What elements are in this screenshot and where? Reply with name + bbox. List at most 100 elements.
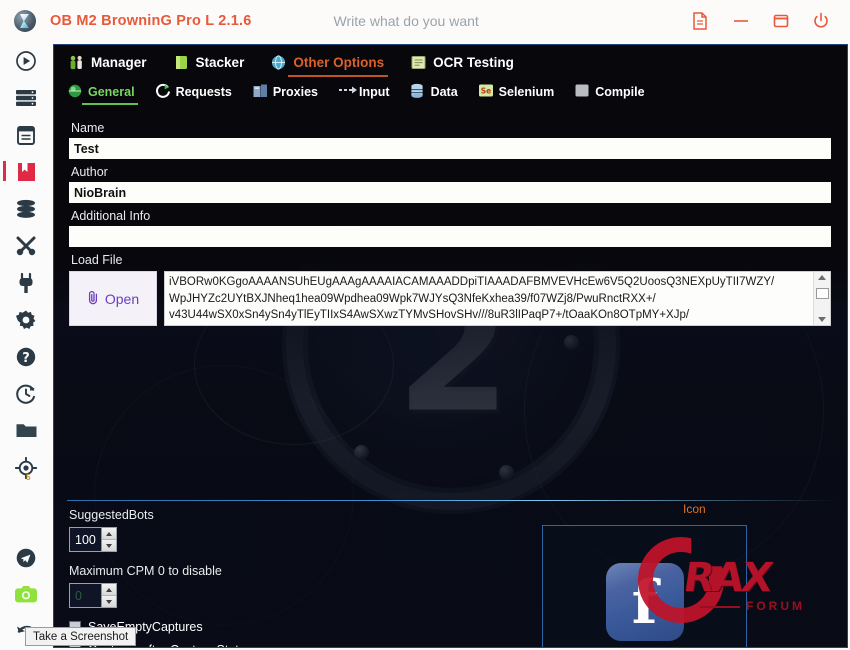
power-icon[interactable] xyxy=(812,12,830,30)
stack-green-icon xyxy=(173,54,190,71)
max-cpm-label: Maximum CPM 0 to disable xyxy=(69,564,222,578)
base64-textarea[interactable]: iVBORw0KGgoAAAANSUhEUgAAAgAAAAIACAMAAADD… xyxy=(165,272,813,325)
stepper-up-icon[interactable] xyxy=(102,528,116,539)
sidebar-item-telegram[interactable] xyxy=(0,539,52,576)
camera-icon xyxy=(14,585,38,604)
tab-label: Stacker xyxy=(195,55,245,70)
ocr-icon xyxy=(410,54,427,71)
sidebar-item-plugins[interactable] xyxy=(0,264,52,301)
compile-icon xyxy=(574,83,591,100)
author-input[interactable] xyxy=(69,182,831,203)
facebook-logo-icon: f xyxy=(605,563,684,641)
sidebar-item-screenshot[interactable] xyxy=(0,576,52,613)
author-label: Author xyxy=(71,165,108,179)
icon-preview-panel[interactable]: f Save xyxy=(542,525,747,647)
base64-scrollbar[interactable] xyxy=(813,272,830,325)
database-stack-icon xyxy=(15,199,37,219)
open-button[interactable]: Open xyxy=(69,271,157,326)
sidebar-item-clipboard[interactable] xyxy=(0,116,52,153)
scrollbar-thumb[interactable] xyxy=(815,288,829,299)
tab-label: OCR Testing xyxy=(433,55,514,70)
tab-label: Other Options xyxy=(293,55,385,70)
open-button-label: Open xyxy=(104,290,140,307)
suggested-bots-stepper-buttons xyxy=(101,528,116,551)
suggested-bots-value[interactable]: 100 xyxy=(70,528,101,551)
tab-stacker[interactable]: Stacker xyxy=(169,51,249,77)
suggested-bots-label: SuggestedBots xyxy=(69,508,154,522)
sidebar-item-queue[interactable] xyxy=(0,79,52,116)
sidebar-item-run[interactable] xyxy=(0,42,52,79)
svg-text:Se: Se xyxy=(480,86,491,95)
max-cpm-stepper-buttons xyxy=(101,584,116,607)
input-icon xyxy=(338,83,358,100)
app-logo-icon xyxy=(14,10,36,32)
target-badge: 5 xyxy=(26,473,31,482)
subtab-input[interactable]: Input xyxy=(335,81,393,105)
list-server-icon xyxy=(15,88,37,108)
subtab-data[interactable]: Data xyxy=(407,81,461,105)
subtab-requests[interactable]: Requests xyxy=(152,81,235,105)
question-circle-icon: ? xyxy=(15,346,37,368)
subtab-label: Input xyxy=(359,84,390,99)
main-panel: 2 Manager Stacker xyxy=(53,44,848,648)
subtab-label: Requests xyxy=(175,84,232,99)
document-icon[interactable] xyxy=(692,12,710,30)
minimize-icon[interactable] xyxy=(732,12,750,30)
suggested-bots-stepper[interactable]: 100 xyxy=(69,527,117,552)
load-file-row: Open iVBORw0KGgoAAAANSUhEUgAAAgAAAAIACAM… xyxy=(69,271,832,326)
tab-other-options[interactable]: Other Options xyxy=(266,51,388,77)
subtab-label: Proxies xyxy=(272,84,319,99)
stepper-up-icon[interactable] xyxy=(102,584,116,595)
tab-label: Manager xyxy=(91,55,147,70)
sidebar-item-history[interactable] xyxy=(0,375,52,412)
sidebar-item-help[interactable]: ? xyxy=(0,338,52,375)
gear-icon xyxy=(15,309,37,331)
history-clock-icon xyxy=(15,383,37,405)
sidebar-item-target[interactable]: 5 xyxy=(0,449,52,486)
subtab-general[interactable]: General xyxy=(64,81,138,105)
telegram-icon xyxy=(15,547,37,569)
max-cpm-value[interactable]: 0 xyxy=(70,584,101,607)
additional-info-input[interactable] xyxy=(69,226,831,247)
subtab-selenium[interactable]: Se Selenium xyxy=(475,81,558,105)
stepper-down-icon[interactable] xyxy=(102,539,116,551)
bookmark-icon xyxy=(16,161,37,183)
sidebar-item-settings[interactable] xyxy=(0,301,52,338)
load-file-label: Load File xyxy=(71,253,123,267)
tagline-text: Write what do you want xyxy=(333,13,479,29)
subtab-label: General xyxy=(88,84,135,99)
plug-icon xyxy=(16,272,36,294)
sidebar-item-configs[interactable] xyxy=(0,153,52,190)
additional-info-label: Additional Info xyxy=(71,209,151,223)
name-label: Name xyxy=(71,121,105,135)
clipboard-icon xyxy=(16,124,36,146)
name-input[interactable] xyxy=(69,138,831,159)
scroll-up-icon[interactable] xyxy=(818,275,826,280)
tab-bar: Manager Stacker Other Options OCR Testin… xyxy=(54,45,847,77)
tools-icon xyxy=(15,235,37,257)
subtab-proxies[interactable]: Proxies xyxy=(249,81,321,105)
section-divider xyxy=(67,500,837,501)
maximize-icon[interactable] xyxy=(772,12,790,30)
data-icon xyxy=(410,83,427,100)
icon-section-label: Icon xyxy=(683,502,706,516)
sidebar-item-wordlists[interactable] xyxy=(0,190,52,227)
folder-icon xyxy=(15,421,38,440)
application-window: OB M2 BrowninG Pro L 2.1.6 Write what do… xyxy=(0,0,850,650)
sidebar-item-folder[interactable] xyxy=(0,412,52,449)
tab-manager[interactable]: Manager xyxy=(64,51,151,77)
max-cpm-stepper[interactable]: 0 xyxy=(69,583,117,608)
sub-tab-bar: General Requests Proxies Input Data Se S… xyxy=(54,77,847,105)
tab-ocr-testing[interactable]: OCR Testing xyxy=(406,51,518,77)
paperclip-icon xyxy=(87,290,100,308)
svg-text:?: ? xyxy=(22,351,30,366)
subtab-label: Selenium xyxy=(498,84,555,99)
people-icon xyxy=(68,54,85,71)
subtab-label: Data xyxy=(430,84,458,99)
sidebar-item-tools[interactable] xyxy=(0,227,52,264)
base64-textarea-wrap: iVBORw0KGgoAAAANSUhEUgAAAgAAAAIACAMAAADD… xyxy=(164,271,831,326)
globe-icon xyxy=(270,54,287,71)
subtab-compile[interactable]: Compile xyxy=(571,81,647,105)
scroll-down-icon[interactable] xyxy=(818,317,826,322)
stepper-down-icon[interactable] xyxy=(102,595,116,607)
